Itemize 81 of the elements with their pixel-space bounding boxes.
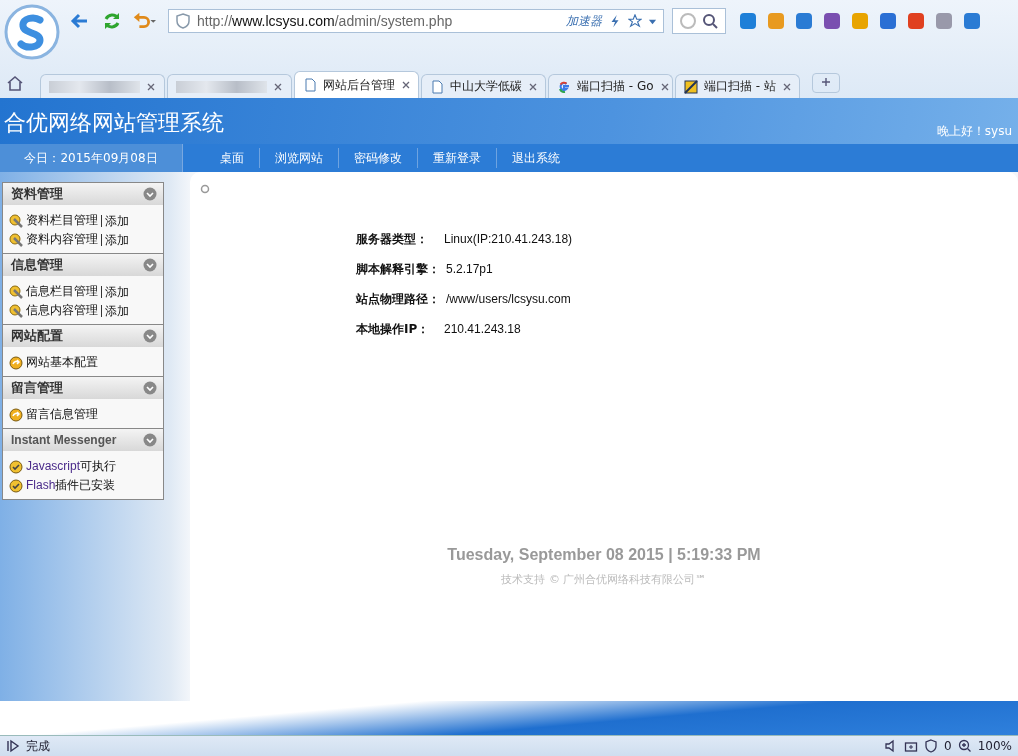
page-icon [430, 79, 444, 94]
toolbar-icon[interactable] [880, 13, 896, 29]
sidebar-link[interactable]: 信息栏目管理 [26, 283, 98, 300]
search-icon[interactable] [679, 11, 719, 31]
browser-tab[interactable]: 端口扫描 - Go [548, 74, 673, 98]
nav-link[interactable]: 退出系统 [497, 148, 575, 168]
toolbar-icon[interactable] [936, 13, 952, 29]
sidebar-link[interactable]: Flash插件已安装 [26, 477, 116, 494]
zoom-level: 100% [977, 739, 1012, 753]
add-link[interactable]: 添加 [101, 304, 129, 317]
add-link[interactable]: 添加 [101, 214, 129, 227]
clock-text: Tuesday, September 08 2015 | 5:19:33 PM [447, 546, 761, 564]
sidebar-link[interactable]: 信息内容管理 [26, 302, 98, 319]
info-value: /www/users/lcsysu.com [445, 292, 571, 306]
search-field[interactable] [672, 8, 726, 34]
nav-link[interactable]: 密码修改 [339, 148, 418, 168]
shield-icon [175, 13, 191, 29]
status-text: 完成 [26, 737, 50, 755]
home-icon[interactable] [6, 74, 24, 92]
collapse-icon[interactable] [143, 187, 157, 201]
toolbar-icon[interactable] [796, 13, 812, 29]
sidebar-link[interactable]: 资料内容管理 [26, 231, 98, 248]
favicon-icon [557, 79, 571, 94]
add-link[interactable]: 添加 [101, 285, 129, 298]
collapse-icon[interactable] [143, 258, 157, 272]
address-bar[interactable]: http://www.lcsysu.com/admin/system.php 加速器 [168, 9, 664, 33]
section-header[interactable]: Instant Messenger [3, 428, 163, 451]
site-favicon-icon [684, 79, 698, 94]
browser-logo[interactable] [4, 4, 60, 60]
close-icon[interactable] [528, 81, 538, 92]
browser-tab[interactable]: 网站后台管理 [294, 71, 419, 98]
info-value: Linux(IP:210.41.243.18) [443, 232, 573, 246]
collapse-icon[interactable] [143, 329, 157, 343]
section-header[interactable]: 资料管理 [3, 183, 163, 205]
info-value: 210.41.243.18 [443, 322, 521, 336]
close-icon[interactable] [781, 81, 792, 92]
sidebar-link[interactable]: 留言信息管理 [26, 406, 98, 423]
sidebar-link[interactable]: Javascript可执行 [26, 458, 117, 475]
greeting: 晚上好！sysu [936, 123, 1012, 140]
browser-tab[interactable]: 端口扫描 - 站 [675, 74, 800, 98]
nav-link[interactable]: 重新登录 [418, 148, 497, 168]
star-icon[interactable] [628, 14, 642, 28]
check-icon [9, 459, 23, 474]
ad-block-icon[interactable] [924, 739, 939, 753]
info-label: 本地操作IP： [355, 320, 431, 338]
collapse-icon[interactable] [143, 433, 157, 447]
sidebar-link[interactable]: 资料栏目管理 [26, 212, 98, 229]
add-link[interactable]: 添加 [101, 233, 129, 246]
undo-icon[interactable] [132, 11, 156, 31]
new-tab-button[interactable] [812, 73, 840, 93]
ad-count: 0 [944, 739, 952, 753]
browser-tab[interactable]: 中山大学低碳 [421, 74, 546, 98]
info-label: 服务器类型： [355, 230, 429, 248]
close-icon[interactable] [146, 81, 156, 92]
close-icon[interactable] [401, 80, 411, 90]
sidebar-link[interactable]: 网站基本配置 [26, 354, 98, 371]
toolbar-icon[interactable] [964, 13, 980, 29]
toolbar-icon[interactable] [908, 13, 924, 29]
toolbar-icon[interactable] [740, 13, 756, 29]
toolbox-icon[interactable] [904, 739, 919, 753]
close-icon[interactable] [273, 81, 283, 92]
section-header[interactable]: 网站配置 [3, 324, 163, 347]
info-value: 5.2.17p1 [445, 262, 493, 276]
section-header[interactable]: 留言管理 [3, 376, 163, 399]
page-icon [303, 78, 317, 92]
plus-icon[interactable] [821, 77, 831, 87]
nav-link[interactable]: 浏览网站 [260, 148, 339, 168]
section-header[interactable]: 信息管理 [3, 253, 163, 276]
sidebar-toggle-icon[interactable] [6, 739, 20, 753]
toolbar-icon[interactable] [824, 13, 840, 29]
site-title: 合优网络网站管理系统 [4, 109, 224, 137]
date-label: 今日：2015年09月08日 [0, 144, 183, 172]
info-label: 站点物理路径： [355, 290, 441, 308]
collapse-icon[interactable] [143, 381, 157, 395]
zoom-icon[interactable] [957, 739, 972, 753]
info-label: 脚本解释引擎： [355, 260, 441, 278]
nav-link[interactable]: 桌面 [205, 148, 260, 168]
check-icon [9, 478, 23, 493]
loading-icon [200, 184, 210, 194]
copyright-text: 技术支持 © 广州合优网络科技有限公司℠ [501, 572, 707, 587]
close-icon[interactable] [659, 81, 670, 92]
